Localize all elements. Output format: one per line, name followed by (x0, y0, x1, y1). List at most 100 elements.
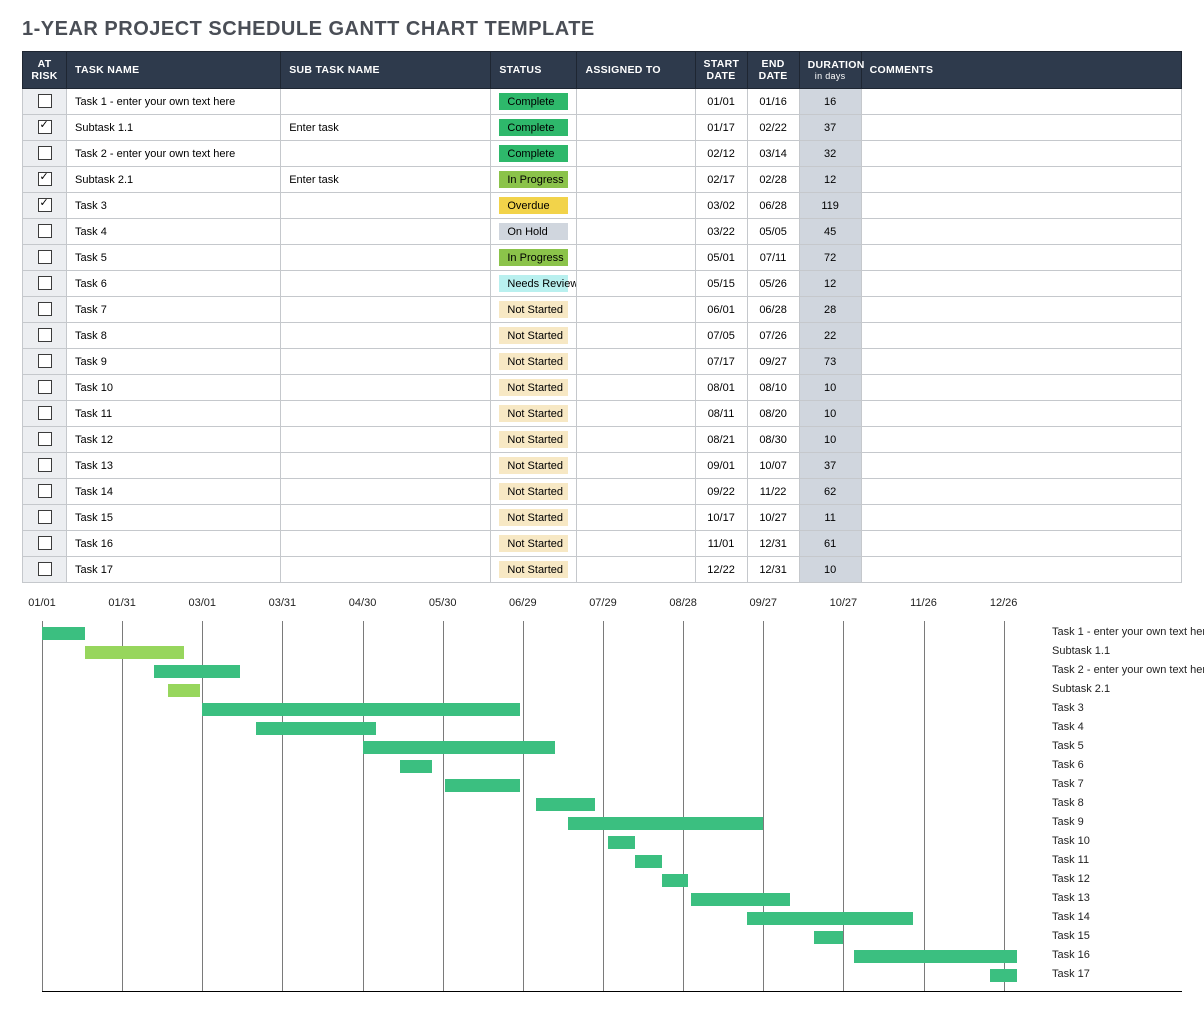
start-date-cell[interactable]: 03/22 (695, 219, 747, 245)
assigned-cell[interactable] (577, 245, 695, 271)
end-date-cell[interactable]: 09/27 (747, 349, 799, 375)
start-date-cell[interactable]: 06/01 (695, 297, 747, 323)
status-cell[interactable]: In Progress (491, 245, 577, 271)
task-name-cell[interactable]: Task 14 (67, 479, 281, 505)
comments-cell[interactable] (861, 505, 1181, 531)
status-cell[interactable]: In Progress (491, 167, 577, 193)
status-cell[interactable]: On Hold (491, 219, 577, 245)
status-cell[interactable]: Complete (491, 141, 577, 167)
risk-cell[interactable] (23, 141, 67, 167)
end-date-cell[interactable]: 10/07 (747, 453, 799, 479)
risk-cell[interactable] (23, 349, 67, 375)
task-name-cell[interactable]: Task 16 (67, 531, 281, 557)
status-cell[interactable]: Not Started (491, 531, 577, 557)
comments-cell[interactable] (861, 297, 1181, 323)
risk-checkbox[interactable] (38, 250, 52, 264)
subtask-name-cell[interactable] (281, 245, 491, 271)
status-cell[interactable]: Not Started (491, 297, 577, 323)
task-name-cell[interactable]: Task 13 (67, 453, 281, 479)
end-date-cell[interactable]: 02/22 (747, 115, 799, 141)
start-date-cell[interactable]: 01/17 (695, 115, 747, 141)
comments-cell[interactable] (861, 167, 1181, 193)
assigned-cell[interactable] (577, 115, 695, 141)
assigned-cell[interactable] (577, 557, 695, 583)
risk-checkbox[interactable] (38, 406, 52, 420)
end-date-cell[interactable]: 10/27 (747, 505, 799, 531)
risk-checkbox[interactable] (38, 198, 52, 212)
status-cell[interactable]: Overdue (491, 193, 577, 219)
risk-checkbox[interactable] (38, 328, 52, 342)
risk-cell[interactable] (23, 167, 67, 193)
assigned-cell[interactable] (577, 297, 695, 323)
assigned-cell[interactable] (577, 479, 695, 505)
assigned-cell[interactable] (577, 505, 695, 531)
task-name-cell[interactable]: Task 12 (67, 427, 281, 453)
end-date-cell[interactable]: 03/14 (747, 141, 799, 167)
status-cell[interactable]: Not Started (491, 323, 577, 349)
end-date-cell[interactable]: 06/28 (747, 297, 799, 323)
risk-checkbox[interactable] (38, 354, 52, 368)
risk-checkbox[interactable] (38, 380, 52, 394)
start-date-cell[interactable]: 07/17 (695, 349, 747, 375)
risk-checkbox[interactable] (38, 484, 52, 498)
risk-cell[interactable] (23, 375, 67, 401)
risk-checkbox[interactable] (38, 172, 52, 186)
start-date-cell[interactable]: 02/12 (695, 141, 747, 167)
subtask-name-cell[interactable] (281, 453, 491, 479)
end-date-cell[interactable]: 08/10 (747, 375, 799, 401)
comments-cell[interactable] (861, 115, 1181, 141)
comments-cell[interactable] (861, 89, 1181, 115)
assigned-cell[interactable] (577, 453, 695, 479)
subtask-name-cell[interactable] (281, 297, 491, 323)
risk-cell[interactable] (23, 505, 67, 531)
end-date-cell[interactable]: 01/16 (747, 89, 799, 115)
task-name-cell[interactable]: Task 17 (67, 557, 281, 583)
risk-cell[interactable] (23, 115, 67, 141)
start-date-cell[interactable]: 08/21 (695, 427, 747, 453)
assigned-cell[interactable] (577, 89, 695, 115)
subtask-name-cell[interactable] (281, 557, 491, 583)
task-name-cell[interactable]: Task 15 (67, 505, 281, 531)
start-date-cell[interactable]: 09/01 (695, 453, 747, 479)
status-cell[interactable]: Not Started (491, 349, 577, 375)
comments-cell[interactable] (861, 479, 1181, 505)
subtask-name-cell[interactable] (281, 141, 491, 167)
start-date-cell[interactable]: 12/22 (695, 557, 747, 583)
risk-cell[interactable] (23, 297, 67, 323)
comments-cell[interactable] (861, 193, 1181, 219)
status-cell[interactable]: Not Started (491, 479, 577, 505)
risk-checkbox[interactable] (38, 562, 52, 576)
subtask-name-cell[interactable] (281, 193, 491, 219)
assigned-cell[interactable] (577, 219, 695, 245)
start-date-cell[interactable]: 05/01 (695, 245, 747, 271)
assigned-cell[interactable] (577, 323, 695, 349)
comments-cell[interactable] (861, 401, 1181, 427)
comments-cell[interactable] (861, 141, 1181, 167)
subtask-name-cell[interactable]: Enter task (281, 167, 491, 193)
start-date-cell[interactable]: 02/17 (695, 167, 747, 193)
start-date-cell[interactable]: 08/11 (695, 401, 747, 427)
task-name-cell[interactable]: Task 1 - enter your own text here (67, 89, 281, 115)
start-date-cell[interactable]: 07/05 (695, 323, 747, 349)
risk-cell[interactable] (23, 193, 67, 219)
status-cell[interactable]: Not Started (491, 375, 577, 401)
subtask-name-cell[interactable] (281, 219, 491, 245)
risk-cell[interactable] (23, 453, 67, 479)
status-cell[interactable]: Not Started (491, 453, 577, 479)
end-date-cell[interactable]: 02/28 (747, 167, 799, 193)
risk-checkbox[interactable] (38, 224, 52, 238)
end-date-cell[interactable]: 07/26 (747, 323, 799, 349)
end-date-cell[interactable]: 06/28 (747, 193, 799, 219)
risk-cell[interactable] (23, 245, 67, 271)
risk-cell[interactable] (23, 271, 67, 297)
subtask-name-cell[interactable] (281, 505, 491, 531)
start-date-cell[interactable]: 11/01 (695, 531, 747, 557)
task-name-cell[interactable]: Subtask 2.1 (67, 167, 281, 193)
task-name-cell[interactable]: Subtask 1.1 (67, 115, 281, 141)
subtask-name-cell[interactable] (281, 271, 491, 297)
subtask-name-cell[interactable]: Enter task (281, 115, 491, 141)
assigned-cell[interactable] (577, 531, 695, 557)
status-cell[interactable]: Complete (491, 89, 577, 115)
start-date-cell[interactable]: 10/17 (695, 505, 747, 531)
end-date-cell[interactable]: 05/05 (747, 219, 799, 245)
